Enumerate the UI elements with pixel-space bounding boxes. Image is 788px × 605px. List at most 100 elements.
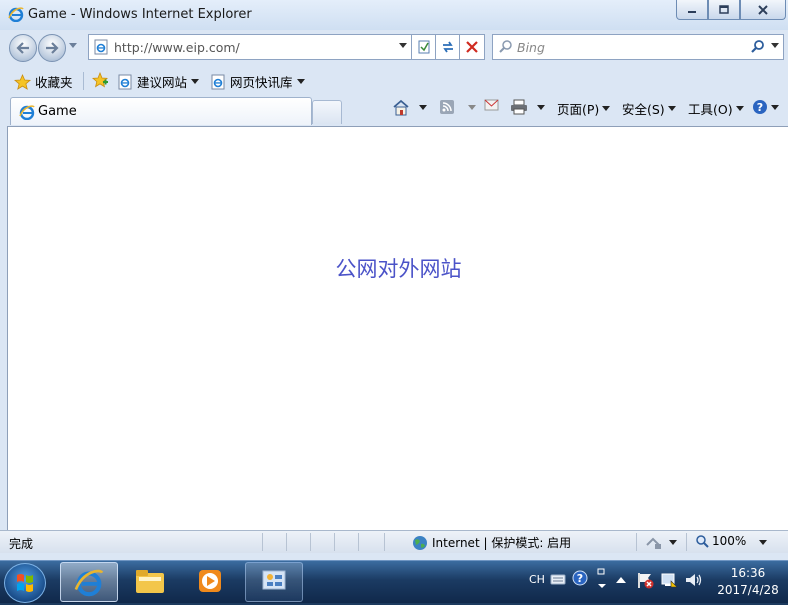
back-button[interactable] bbox=[9, 34, 37, 62]
taskbar-ie-button[interactable] bbox=[60, 562, 118, 602]
status-bar: 完成 Internet | 保护模式: 启用 100% bbox=[0, 530, 788, 553]
minimize-icon bbox=[688, 10, 696, 13]
help-button[interactable]: ? bbox=[752, 99, 779, 115]
suggested-sites-item[interactable]: 建议网站 bbox=[117, 72, 200, 91]
status-divider bbox=[334, 533, 335, 551]
security-zone-label: Internet | 保护模式: 启用 bbox=[432, 536, 572, 550]
search-provider-icon bbox=[499, 40, 512, 53]
status-text: 完成 bbox=[9, 537, 34, 551]
taskbar-network-button[interactable] bbox=[245, 562, 303, 602]
input-language-indicator[interactable]: CH bbox=[529, 573, 545, 586]
stop-button[interactable] bbox=[459, 34, 485, 60]
security-zone[interactable]: Internet | 保护模式: 启用 bbox=[412, 534, 571, 551]
system-clock[interactable]: 16:36 2017/4/28 bbox=[712, 565, 784, 599]
explorer-folder-icon bbox=[136, 570, 164, 593]
help-icon: ? bbox=[753, 100, 767, 114]
search-input[interactable]: Bing bbox=[517, 40, 545, 55]
status-divider bbox=[384, 533, 385, 551]
search-box[interactable]: Bing bbox=[492, 34, 784, 60]
feeds-button[interactable] bbox=[439, 99, 476, 115]
tab-game[interactable]: Game bbox=[10, 97, 312, 125]
taskbar-explorer-button[interactable] bbox=[122, 562, 178, 600]
favorites-bar: 收藏夹 建议网站 网页快讯库 bbox=[0, 66, 788, 94]
windows-logo-icon bbox=[17, 574, 33, 592]
forward-button[interactable] bbox=[38, 34, 66, 62]
ie-window: Game - Windows Internet Explorer http://… bbox=[0, 0, 788, 560]
status-divider bbox=[686, 533, 687, 551]
add-favorite-star-icon bbox=[91, 72, 109, 88]
maximize-button[interactable] bbox=[708, 0, 740, 20]
change-status-bar-icon[interactable] bbox=[645, 535, 663, 550]
tab-title: Game bbox=[38, 104, 77, 119]
status-divider bbox=[636, 533, 637, 551]
close-window-button[interactable] bbox=[740, 0, 786, 20]
zoom-icon bbox=[696, 535, 709, 548]
taskbar-media-player-button[interactable] bbox=[182, 562, 238, 600]
status-divider bbox=[262, 533, 263, 551]
chevron-down-icon[interactable] bbox=[669, 540, 677, 545]
print-button[interactable] bbox=[510, 99, 545, 115]
ie-page-icon bbox=[211, 74, 225, 89]
suggested-sites-label: 建议网站 bbox=[137, 75, 188, 90]
start-button[interactable] bbox=[4, 563, 46, 603]
ie-icon bbox=[19, 105, 35, 120]
arrow-left-icon bbox=[16, 42, 29, 54]
refresh-icon bbox=[443, 41, 453, 53]
mail-icon bbox=[484, 99, 499, 111]
ie-icon bbox=[8, 7, 24, 22]
chevron-down-icon bbox=[771, 104, 779, 110]
svg-text:?: ? bbox=[757, 101, 763, 114]
show-hidden-icons-icon[interactable] bbox=[616, 576, 626, 583]
chevron-down-icon bbox=[735, 106, 744, 111]
favorites-separator bbox=[83, 72, 84, 90]
search-options-dropdown-icon[interactable] bbox=[771, 43, 779, 48]
chevron-down-icon bbox=[537, 104, 545, 110]
minimize-button[interactable] bbox=[676, 0, 708, 20]
globe-icon bbox=[413, 535, 427, 550]
address-input[interactable]: http://www.eip.com/ bbox=[114, 40, 240, 55]
address-dropdown-icon[interactable] bbox=[399, 43, 407, 48]
status-divider bbox=[358, 533, 359, 551]
refresh-button[interactable] bbox=[435, 34, 461, 60]
status-divider bbox=[310, 533, 311, 551]
media-player-icon bbox=[199, 570, 221, 592]
help-icon[interactable]: ? bbox=[572, 570, 588, 586]
page-menu-button[interactable]: 页面(P) bbox=[557, 99, 611, 118]
clock-date: 2017/4/28 bbox=[717, 583, 779, 597]
compatibility-icon bbox=[418, 40, 430, 54]
zoom-control[interactable]: 100% bbox=[695, 534, 746, 548]
search-icon[interactable] bbox=[751, 39, 765, 53]
close-icon bbox=[758, 4, 768, 15]
volume-icon[interactable] bbox=[684, 571, 702, 589]
address-bar[interactable]: http://www.eip.com/ bbox=[88, 34, 412, 60]
arrow-right-icon bbox=[46, 42, 59, 54]
safety-menu-button[interactable]: 安全(S) bbox=[622, 99, 676, 118]
recent-pages-dropdown-icon[interactable] bbox=[69, 43, 77, 48]
read-mail-button[interactable] bbox=[484, 99, 499, 111]
window-title: Game - Windows Internet Explorer bbox=[28, 7, 252, 22]
web-slice-gallery-item[interactable]: 网页快讯库 bbox=[210, 72, 305, 91]
clock-time: 16:36 bbox=[730, 566, 766, 580]
star-icon bbox=[14, 73, 31, 90]
rss-feed-icon bbox=[440, 100, 454, 114]
favorites-button[interactable]: 收藏夹 bbox=[14, 72, 73, 91]
printer-icon bbox=[511, 99, 527, 115]
language-bar-options-icon[interactable] bbox=[596, 567, 608, 589]
web-page-content: 公网对外网站 bbox=[7, 126, 788, 530]
tools-menu-button[interactable]: 工具(O) bbox=[688, 99, 744, 118]
keyboard-icon[interactable] bbox=[550, 572, 566, 586]
compatibility-view-button[interactable] bbox=[411, 34, 437, 60]
taskbar: CH ? 16:36 2017/4/28 bbox=[0, 560, 788, 603]
home-button[interactable] bbox=[392, 99, 427, 116]
caption-buttons bbox=[676, 0, 786, 20]
add-to-favorites-bar-button[interactable] bbox=[91, 72, 109, 88]
zoom-dropdown-icon[interactable] bbox=[759, 540, 767, 545]
status-divider bbox=[286, 533, 287, 551]
chevron-down-icon bbox=[602, 106, 611, 111]
network-status-icon[interactable] bbox=[660, 571, 678, 589]
ie-icon bbox=[74, 569, 104, 597]
ie-page-icon bbox=[94, 39, 108, 55]
new-tab-button[interactable] bbox=[312, 100, 342, 124]
action-center-flag-icon[interactable] bbox=[636, 571, 654, 589]
page-headline: 公网对外网站 bbox=[335, 257, 462, 281]
